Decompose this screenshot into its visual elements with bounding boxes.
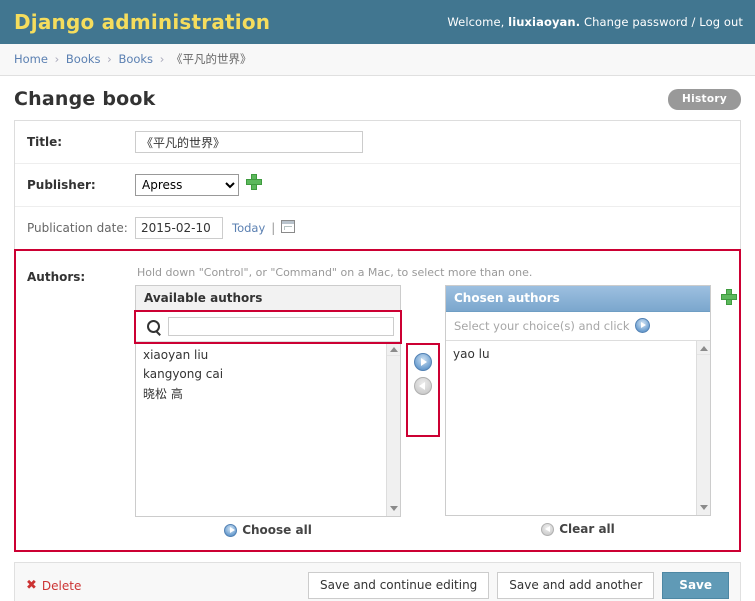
available-authors-footer: Choose all <box>135 517 401 537</box>
calendar-picker-button[interactable] <box>281 220 296 236</box>
page-title-row: Change book History <box>14 88 741 110</box>
chosen-authors-box: Chosen authors Select your choice(s) and… <box>445 285 711 516</box>
publisher-field-label: Publisher: <box>27 178 96 192</box>
chosen-authors-listbox[interactable]: yao lu <box>446 341 710 515</box>
chosen-authors-help-row: Select your choice(s) and click <box>446 312 710 341</box>
username-label: liuxiaoyan. <box>508 15 581 29</box>
add-plus-icon <box>246 174 262 190</box>
publication-date-input[interactable] <box>135 217 223 239</box>
add-author-button[interactable] <box>721 285 737 306</box>
admin-page: Django administration Welcome, liuxiaoya… <box>0 0 755 601</box>
chosen-authors-panel: Chosen authors Select your choice(s) and… <box>445 285 711 536</box>
object-tools: History <box>668 88 741 110</box>
title-input[interactable] <box>135 131 363 153</box>
user-tools-separator: / <box>691 15 696 29</box>
chosen-authors-list: yao lu <box>446 341 710 364</box>
arrow-left-circle-icon <box>541 522 555 536</box>
available-authors-search-row <box>134 310 402 344</box>
breadcrumb-item-home[interactable]: Home <box>14 52 48 66</box>
choose-all-label: Choose all <box>242 523 312 537</box>
scroll-down-arrow-icon[interactable] <box>697 501 710 515</box>
calendar-icon <box>281 220 296 233</box>
list-item[interactable]: yao lu <box>446 345 710 364</box>
date-widget: Today | <box>135 217 296 239</box>
available-authors-listbox[interactable]: xiaoyan liu kangyong cai 晓松 高 <box>136 342 400 516</box>
page-title: Change book <box>14 88 156 110</box>
save-button[interactable]: Save <box>662 572 729 600</box>
authors-widget: Hold down "Control", or "Command" on a M… <box>134 266 737 537</box>
breadcrumb-item-books-app[interactable]: Books <box>66 52 101 66</box>
breadcrumb: Home › Books › Books › 《平凡的世界》 <box>0 44 755 76</box>
publisher-select[interactable]: Apress <box>135 174 239 196</box>
breadcrumb-current: 《平凡的世界》 <box>170 52 252 66</box>
form-row-authors: Authors: Hold down "Control", or "Comman… <box>14 249 741 552</box>
add-plus-icon <box>721 289 737 305</box>
add-publisher-button[interactable] <box>246 174 262 190</box>
save-and-continue-button[interactable]: Save and continue editing <box>308 572 490 600</box>
chosen-list-scrollbar[interactable] <box>696 341 710 515</box>
breadcrumb-item-books-model[interactable]: Books <box>118 52 153 66</box>
arrow-right-circle-icon <box>634 318 650 333</box>
filtered-selector: Available authors xiaoyan liu kangyong c… <box>134 285 737 537</box>
content-area: Change book History Title: Publisher: Ap… <box>0 76 755 601</box>
history-button[interactable]: History <box>668 88 741 110</box>
delete-label: Delete <box>41 578 82 593</box>
publication-date-field-label: Publication date: <box>27 221 128 235</box>
breadcrumb-separator: › <box>54 52 60 66</box>
submit-buttons: Save and continue editing Save and add a… <box>308 572 729 600</box>
scroll-up-arrow-icon[interactable] <box>387 342 400 356</box>
breadcrumb-separator: › <box>159 52 165 66</box>
save-and-add-another-button[interactable]: Save and add another <box>497 572 655 600</box>
chosen-authors-footer: Clear all <box>445 516 711 536</box>
logout-link[interactable]: Log out <box>699 15 743 29</box>
add-selected-authors-button[interactable] <box>414 353 432 371</box>
welcome-text: Welcome, <box>447 15 505 29</box>
scroll-up-arrow-icon[interactable] <box>697 341 710 355</box>
site-brand-title: Django administration <box>14 10 271 34</box>
selector-chooser <box>406 343 440 437</box>
date-widget-separator: | <box>271 221 276 235</box>
clear-all-label: Clear all <box>559 522 615 536</box>
form-row-publication-date: Publication date: Today | <box>15 207 740 250</box>
clear-all-link[interactable]: Clear all <box>541 522 615 536</box>
delete-x-icon: ✖ <box>26 578 37 594</box>
form-row-publisher: Publisher: Apress <box>15 164 740 207</box>
available-authors-panel: Available authors xiaoyan liu kangyong c… <box>134 285 402 537</box>
available-list-scrollbar[interactable] <box>386 342 400 516</box>
change-password-link[interactable]: Change password <box>584 15 688 29</box>
site-header: Django administration Welcome, liuxiaoya… <box>0 0 755 44</box>
chosen-authors-title: Chosen authors <box>446 286 710 312</box>
scroll-down-arrow-icon[interactable] <box>387 502 400 516</box>
choose-all-link[interactable]: Choose all <box>224 523 312 537</box>
remove-selected-authors-button[interactable] <box>414 377 432 395</box>
change-form-module: Title: Publisher: Apress Publication dat… <box>14 120 741 552</box>
available-authors-search-input[interactable] <box>168 317 394 336</box>
list-item[interactable]: kangyong cai <box>136 365 400 384</box>
available-authors-box: Available authors xiaoyan liu kangyong c… <box>134 285 402 517</box>
available-authors-list: xiaoyan liu kangyong cai 晓松 高 <box>136 342 400 404</box>
arrow-right-circle-icon <box>224 523 238 537</box>
list-item[interactable]: 晓松 高 <box>136 385 400 404</box>
title-field-label: Title: <box>27 135 63 149</box>
breadcrumb-separator: › <box>107 52 112 66</box>
form-row-title: Title: <box>15 121 740 164</box>
available-authors-title: Available authors <box>136 286 400 312</box>
list-item[interactable]: xiaoyan liu <box>136 346 400 365</box>
delete-link[interactable]: ✖ Delete <box>26 579 81 593</box>
user-tools: Welcome, liuxiaoyan. Change password / L… <box>447 15 743 29</box>
authors-field-label: Authors: <box>27 270 86 284</box>
today-link[interactable]: Today <box>232 221 265 235</box>
authors-help-text: Hold down "Control", or "Command" on a M… <box>137 266 533 279</box>
submit-row: ✖ Delete Save and continue editing Save … <box>14 562 741 601</box>
search-icon <box>146 319 162 335</box>
chosen-authors-help-text: Select your choice(s) and click <box>454 318 630 333</box>
